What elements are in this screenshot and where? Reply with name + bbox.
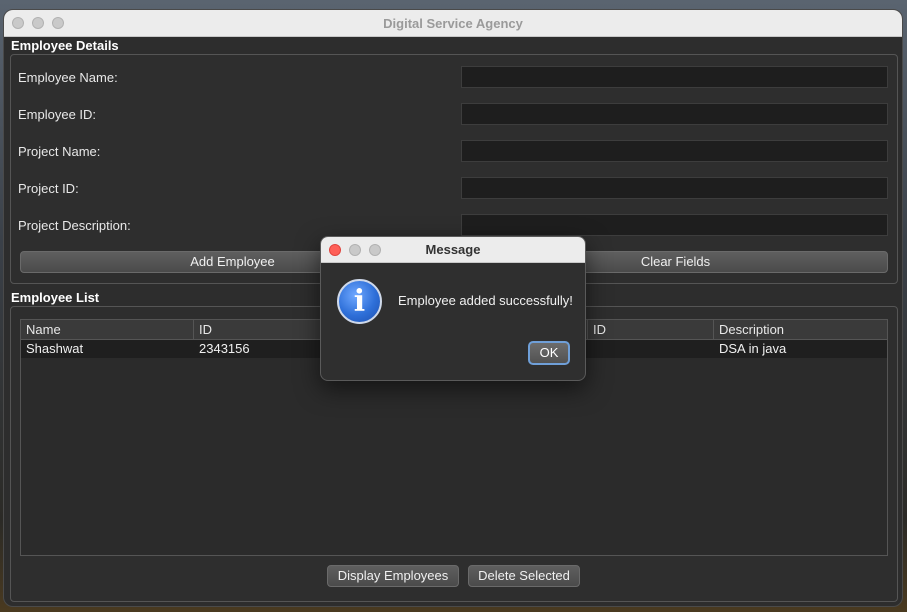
project-description-field[interactable] (461, 214, 888, 236)
delete-selected-button[interactable]: Delete Selected (468, 565, 580, 587)
message-dialog: Message i Employee added successfully! O… (320, 236, 586, 381)
project-description-label: Project Description: (18, 218, 131, 233)
employee-id-label: Employee ID: (18, 107, 97, 122)
dialog-minimize-button (349, 244, 361, 256)
column-header-description[interactable]: Description (714, 320, 887, 339)
employee-id-field[interactable] (461, 103, 888, 125)
employee-name-label: Employee Name: (18, 70, 118, 85)
employee-list-heading: Employee List (11, 290, 100, 305)
table-cell: DSA in java (719, 341, 787, 356)
project-name-field[interactable] (461, 140, 888, 162)
display-employees-button[interactable]: Display Employees (327, 565, 459, 587)
project-id-field[interactable] (461, 177, 888, 199)
zoom-window-button[interactable] (52, 17, 64, 29)
column-header-name[interactable]: Name (21, 320, 194, 339)
column-header-id[interactable]: ID (194, 320, 322, 339)
table-cell (588, 340, 714, 358)
dialog-zoom-button (369, 244, 381, 256)
window-titlebar: Digital Service Agency (4, 10, 902, 37)
dialog-close-button[interactable] (329, 244, 341, 256)
project-name-label: Project Name: (18, 144, 101, 159)
ok-button[interactable]: OK (528, 341, 570, 365)
dialog-message: Employee added successfully! (398, 293, 573, 308)
window-title: Digital Service Agency (383, 16, 523, 31)
minimize-window-button[interactable] (32, 17, 44, 29)
employee-name-field[interactable] (461, 66, 888, 88)
close-window-button[interactable] (12, 17, 24, 29)
info-icon: i (337, 279, 382, 324)
table-cell: 2343156 (199, 341, 250, 356)
employee-details-heading: Employee Details (11, 38, 119, 53)
column-header-project-id[interactable]: ID (588, 320, 714, 339)
dialog-titlebar: Message (321, 237, 585, 263)
project-id-label: Project ID: (18, 181, 79, 196)
table-cell: Shashwat (26, 341, 84, 356)
